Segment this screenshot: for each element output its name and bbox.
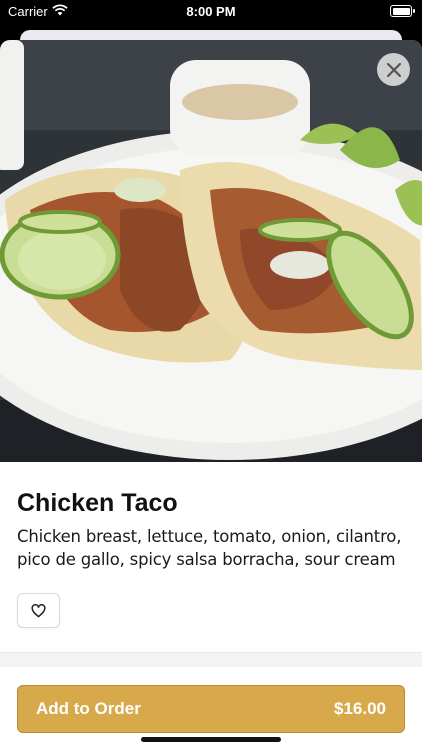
battery-icon — [390, 5, 415, 17]
item-price: $16.00 — [334, 699, 386, 718]
add-to-order-button[interactable]: Add to Order $16.00 — [17, 685, 405, 733]
item-title: Chicken Taco — [17, 489, 178, 517]
food-image — [0, 40, 422, 462]
close-icon — [386, 62, 401, 77]
status-time: 8:00 PM — [186, 4, 236, 19]
section-divider — [0, 652, 422, 667]
add-to-order-label: Add to Order — [36, 699, 141, 718]
home-indicator — [141, 737, 281, 742]
status-bar: Carrier 8:00 PM — [0, 0, 422, 26]
heart-outline-icon — [31, 603, 46, 617]
item-description: Chicken breast, lettuce, tomato, onion, … — [17, 527, 402, 569]
favorite-button[interactable] — [17, 593, 60, 628]
close-button[interactable] — [377, 53, 410, 86]
item-detail-sheet: Chicken Taco Chicken breast, lettuce, to… — [0, 40, 422, 750]
